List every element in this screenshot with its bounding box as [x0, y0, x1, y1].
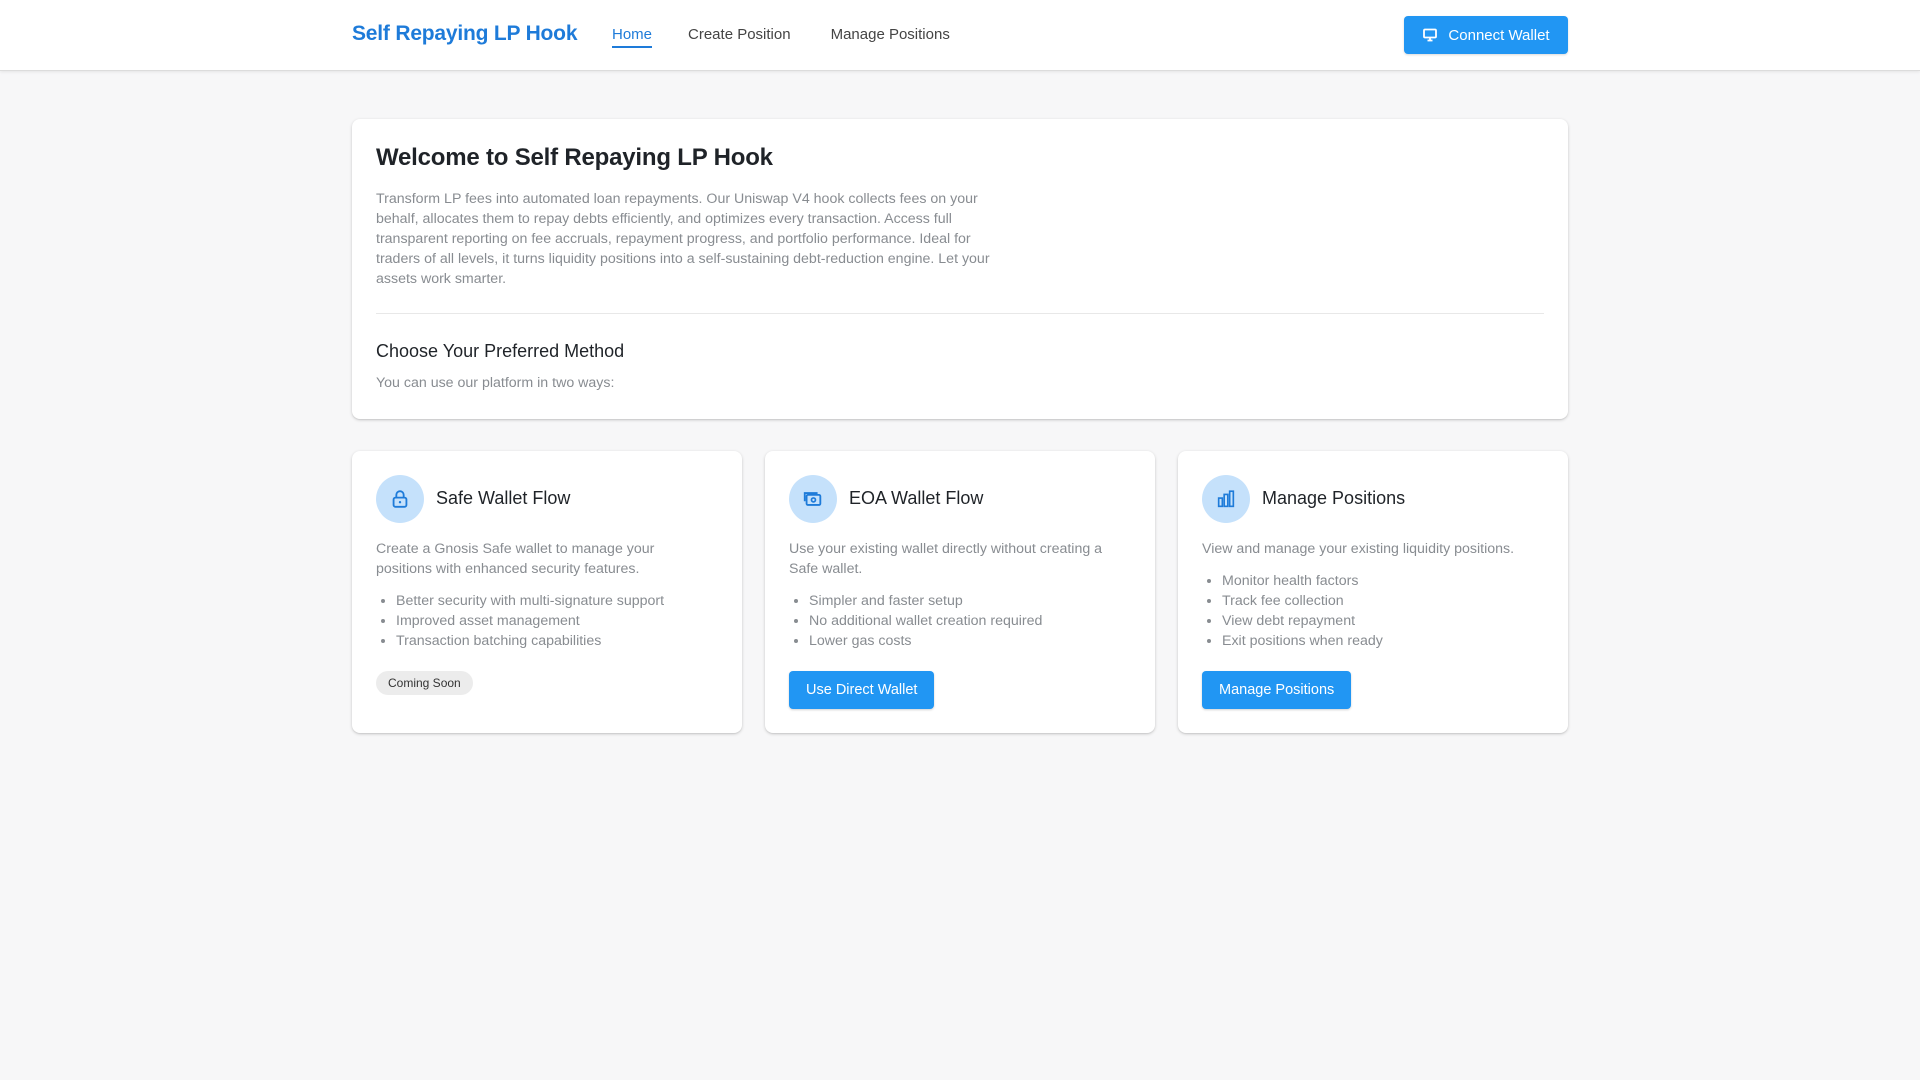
list-item: No additional wallet creation required — [809, 611, 1139, 631]
feature-list: Monitor health factors Track fee collect… — [1222, 571, 1552, 651]
feature-list: Better security with multi-signature sup… — [396, 591, 726, 651]
description-line: Safe wallet. — [789, 561, 863, 577]
brand-title[interactable]: Self Repaying LP Hook — [352, 22, 577, 46]
card-title: Safe Wallet Flow — [436, 488, 571, 508]
description-line: Use your existing wallet directly withou… — [789, 541, 1103, 557]
list-item: Simpler and faster setup — [809, 591, 1139, 611]
connect-wallet-label: Connect Wallet — [1448, 26, 1550, 44]
safe-wallet-card: Safe Wallet Flow Create a Gnosis Safe wa… — [352, 451, 742, 733]
card-description: View and manage your existing liquidity … — [1202, 539, 1547, 559]
lock-icon — [376, 475, 424, 523]
card-description: Create a Gnosis Safe wallet to manage yo… — [376, 539, 721, 579]
list-item: Exit positions when ready — [1222, 631, 1552, 651]
list-item: Transaction batching capabilities — [396, 631, 726, 651]
intro-line: transparent reporting on fee accruals, r… — [376, 231, 971, 247]
list-item: Lower gas costs — [809, 631, 1139, 651]
intro-line: Transform LP fees into automated loan re… — [376, 191, 978, 207]
connect-wallet-button[interactable]: Connect Wallet — [1404, 16, 1568, 54]
intro-line: behalf, allocates them to repay debts ef… — [376, 211, 952, 227]
list-item: Track fee collection — [1222, 591, 1552, 611]
list-item: Improved asset management — [396, 611, 726, 631]
manage-positions-card: Manage Positions View and manage your ex… — [1178, 451, 1568, 733]
description-line: Create a Gnosis Safe wallet to manage yo… — [376, 541, 655, 557]
list-item: View debt repayment — [1222, 611, 1552, 631]
monitor-icon — [1423, 28, 1438, 42]
top-nav-bar: Self Repaying LP Hook Home Create Positi… — [0, 0, 1920, 71]
wallet-icon — [789, 475, 837, 523]
card-title: Manage Positions — [1262, 488, 1406, 508]
nav-manage-positions[interactable]: Manage Positions — [831, 26, 950, 48]
description-line: positions with enhanced security feature… — [376, 561, 640, 577]
method-title: Choose Your Preferred Method — [376, 341, 625, 361]
nav-home[interactable]: Home — [612, 26, 653, 48]
coming-soon-badge: Coming Soon — [376, 671, 473, 695]
nav-create-position[interactable]: Create Position — [688, 26, 791, 48]
manage-positions-button[interactable]: Manage Positions — [1202, 671, 1352, 709]
method-subtitle: You can use our platform in two ways: — [376, 375, 615, 391]
intro-line: traders of all levels, it turns liquidit… — [376, 251, 990, 267]
use-direct-wallet-button[interactable]: Use Direct Wallet — [789, 671, 935, 709]
intro-text: Transform LP fees into automated loan re… — [376, 189, 1036, 289]
feature-list: Simpler and faster setup No additional w… — [809, 591, 1139, 651]
welcome-card: Welcome to Self Repaying LP Hook Transfo… — [352, 119, 1568, 419]
description-line: View and manage your existing liquidity … — [1202, 541, 1515, 557]
list-item: Better security with multi-signature sup… — [396, 591, 726, 611]
divider — [376, 313, 1544, 314]
eoa-wallet-card: EOA Wallet Flow Use your existing wallet… — [765, 451, 1155, 733]
main-nav: Home Create Position Manage Positions — [612, 26, 990, 48]
page-title: Welcome to Self Repaying LP Hook — [376, 144, 773, 171]
card-title: EOA Wallet Flow — [849, 488, 984, 508]
intro-line: assets work smarter. — [376, 271, 507, 287]
list-item: Monitor health factors — [1222, 571, 1552, 591]
bar-chart-icon — [1202, 475, 1250, 523]
card-description: Use your existing wallet directly withou… — [789, 539, 1134, 579]
